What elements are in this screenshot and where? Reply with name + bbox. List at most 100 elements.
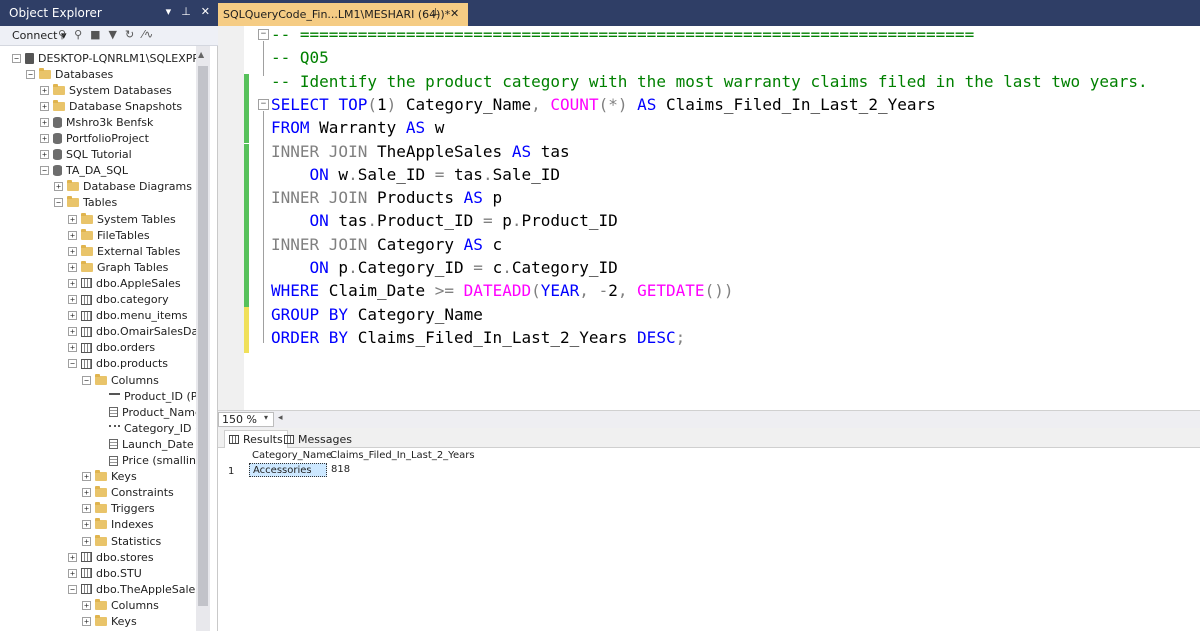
tree-node[interactable]: + FileTables (68, 227, 150, 243)
tree-node[interactable]: + Keys (82, 614, 137, 630)
expand-icon[interactable]: + (82, 472, 91, 482)
expand-icon[interactable]: + (68, 214, 77, 224)
collapse-icon[interactable]: − (82, 375, 91, 385)
filter-icon[interactable]: ▼ (109, 28, 117, 41)
tree-node[interactable]: − dbo.products (68, 356, 168, 372)
column-header[interactable]: Category_Name (252, 450, 332, 463)
tree-node[interactable]: − Tables (54, 195, 117, 211)
tree-node[interactable]: + dbo.AppleSales (68, 275, 181, 291)
tab-results[interactable]: Results (224, 430, 288, 448)
tree-node[interactable]: − dbo.TheAppleSales (68, 581, 201, 597)
tree-node[interactable]: + Database Snapshots (40, 98, 182, 114)
tree-node[interactable]: − TA_DA_SQL (40, 163, 128, 179)
tree-node[interactable]: + dbo.orders (68, 340, 155, 356)
tree-node[interactable]: + System Databases (40, 82, 172, 98)
tree-node[interactable]: − Columns (82, 372, 159, 388)
tab-close-icon[interactable]: ✕ (450, 7, 459, 20)
expand-icon[interactable]: + (68, 568, 77, 578)
collapse-icon[interactable]: − (40, 166, 49, 176)
expand-icon[interactable]: + (82, 504, 91, 514)
tree-node[interactable]: Category_ID (F (96, 420, 206, 436)
expand-icon[interactable]: + (82, 617, 91, 626)
tree-node[interactable]: + Columns (82, 597, 159, 613)
code-line[interactable]: SELECT TOP(1) Category_Name, COUNT(*) AS… (271, 93, 936, 116)
code-line[interactable]: -- Q05 (271, 46, 329, 69)
tree-node[interactable]: + Keys (82, 469, 137, 485)
expand-icon[interactable]: + (82, 600, 91, 610)
tab-pin-icon[interactable]: ⊥ (431, 7, 440, 18)
collapse-icon[interactable]: − (26, 69, 35, 79)
expand-icon[interactable]: + (68, 327, 77, 337)
collapse-region-icon[interactable]: − (258, 29, 269, 40)
code-line[interactable]: ORDER BY Claims_Filed_In_Last_2_Years DE… (271, 326, 685, 349)
result-cell[interactable]: Accessories (249, 463, 327, 477)
code-line[interactable]: ON w.Sale_ID = tas.Sale_ID (271, 163, 560, 186)
query-document-tab[interactable]: SQLQueryCode_Fin...LM1\MESHARI (64))* ⊥ … (218, 3, 468, 26)
tree-node[interactable]: + System Tables (68, 211, 176, 227)
code-line[interactable]: INNER JOIN Category AS c (271, 233, 502, 256)
tree-node[interactable]: + Mshro3k Benfsk (40, 114, 153, 130)
expand-icon[interactable]: + (68, 278, 77, 288)
tree-node[interactable]: + PortfolioProject (40, 131, 149, 147)
code-line[interactable]: -- Identify the product category with th… (271, 70, 1148, 93)
tree-node[interactable]: + Constraints (82, 485, 174, 501)
query-editor[interactable]: − − -- =================================… (218, 26, 1200, 410)
close-icon[interactable]: ✕ (201, 5, 210, 18)
code-line[interactable]: GROUP BY Category_Name (271, 303, 483, 326)
code-line[interactable]: WHERE Claim_Date >= DATEADD(YEAR, -2, GE… (271, 279, 733, 302)
code-line[interactable]: FROM Warranty AS w (271, 116, 444, 139)
tree-node[interactable]: + External Tables (68, 243, 180, 259)
activity-monitor-icon[interactable]: ⁄∿ (142, 28, 153, 41)
scroll-up-icon[interactable]: ▲ (198, 50, 204, 59)
expand-icon[interactable]: + (68, 230, 77, 240)
tree-node[interactable]: + Database Diagrams (54, 179, 192, 195)
expand-icon[interactable]: + (82, 520, 91, 530)
tree-node[interactable]: + dbo.STU (68, 565, 142, 581)
expand-icon[interactable]: + (54, 182, 63, 192)
stop-icon[interactable]: ■ (90, 28, 100, 41)
pin-icon[interactable]: ⊥ (181, 5, 191, 18)
expand-icon[interactable]: + (82, 488, 91, 498)
chevron-down-icon[interactable]: ▾ (264, 413, 268, 422)
tree-node[interactable]: Launch_Date (d (96, 436, 208, 452)
expand-icon[interactable]: + (40, 150, 49, 160)
collapse-icon[interactable]: − (12, 53, 21, 63)
tree-node[interactable]: + dbo.OmairSalesData (68, 324, 209, 340)
expand-icon[interactable]: + (68, 311, 77, 321)
expand-icon[interactable]: + (40, 134, 49, 143)
collapse-icon[interactable]: − (68, 584, 77, 594)
expand-icon[interactable]: + (68, 343, 77, 353)
tree-node[interactable]: − Databases (26, 66, 113, 82)
tab-messages[interactable]: Messages (280, 430, 356, 448)
tree-node[interactable]: Product_Name (96, 404, 202, 420)
collapse-region-icon[interactable]: − (258, 99, 269, 110)
expand-icon[interactable]: + (68, 552, 77, 562)
tree-node[interactable]: + Indexes (82, 517, 153, 533)
tree-node[interactable]: Product_ID (PK (96, 388, 205, 404)
code-line[interactable]: ON p.Category_ID = c.Category_ID (271, 256, 618, 279)
tree-node[interactable]: + Graph Tables (68, 259, 168, 275)
expand-icon[interactable]: + (40, 85, 49, 95)
code-line[interactable]: INNER JOIN Products AS p (271, 186, 502, 209)
zoom-level-dropdown[interactable]: 150 % ▾ (218, 412, 274, 427)
connect-icon[interactable]: ⚲ (58, 28, 66, 41)
expand-icon[interactable]: + (40, 117, 49, 127)
tree-node[interactable]: − DESKTOP-LQNRLM1\SQLEXPRESS (12, 50, 210, 66)
code-line[interactable]: -- =====================================… (271, 26, 974, 46)
tree-node[interactable]: + dbo.menu_items (68, 308, 188, 324)
object-explorer-scrollbar[interactable]: ▲ (196, 46, 210, 631)
code-line[interactable]: ON tas.Product_ID = p.Product_ID (271, 209, 618, 232)
scrollbar-thumb[interactable] (198, 66, 208, 606)
row-number[interactable]: 1 (228, 466, 234, 477)
disconnect-icon[interactable]: ⚲ (74, 28, 82, 41)
collapse-icon[interactable]: − (54, 198, 63, 208)
expand-icon[interactable]: + (68, 295, 77, 304)
window-position-dropdown-icon[interactable]: ▾ (166, 5, 172, 18)
results-grid[interactable]: Category_Name Claims_Filed_In_Last_2_Yea… (218, 448, 1200, 631)
expand-icon[interactable]: + (82, 536, 91, 546)
column-header[interactable]: Claims_Filed_In_Last_2_Years (330, 450, 475, 463)
tree-node[interactable]: + SQL Tutorial (40, 147, 132, 163)
expand-icon[interactable]: + (40, 101, 49, 111)
expand-icon[interactable]: + (68, 262, 77, 272)
scroll-left-icon[interactable]: ◂ (278, 413, 283, 423)
